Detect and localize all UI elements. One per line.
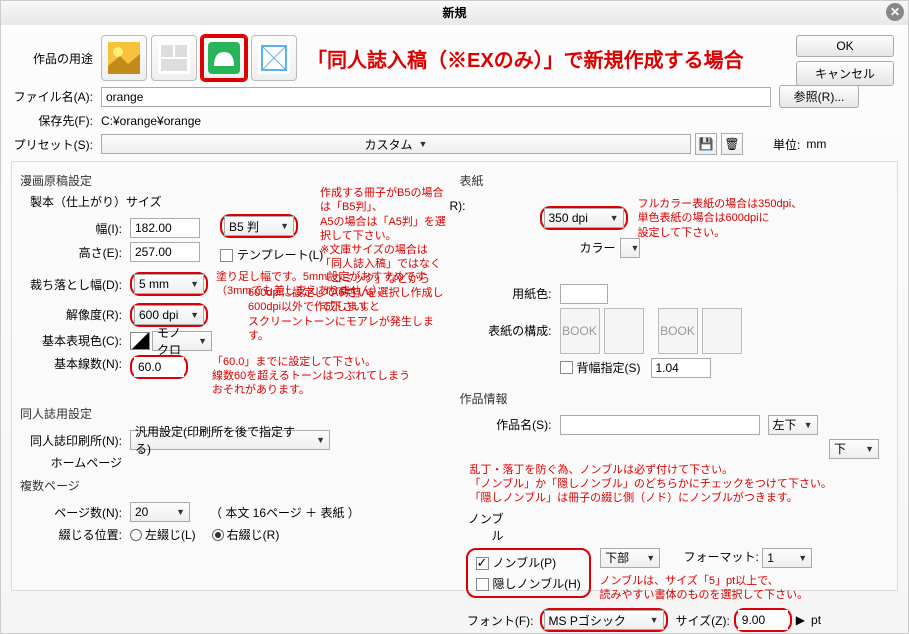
- preset-label: プリセット(S):: [11, 136, 101, 153]
- nombre-annot-1: 乱丁・落丁を防ぐ為、ノンブルは必ず付けて下さい。 「ノンブル」か「隠しノンブル」…: [470, 463, 890, 506]
- workname-input[interactable]: [560, 415, 760, 435]
- preset-save-icon[interactable]: 💾: [695, 133, 717, 155]
- cover-color-label: カラー: [580, 239, 616, 256]
- printer-dropdown[interactable]: 汎用設定(印刷所を後で指定する)▼: [130, 430, 330, 450]
- purpose-anime-icon[interactable]: [251, 35, 297, 81]
- cover-layout-3-icon[interactable]: BOOK: [658, 308, 698, 354]
- nombre-pos-dropdown[interactable]: 下部▼: [600, 548, 660, 568]
- cover-res-dropdown[interactable]: 350 dpi▼: [544, 208, 624, 228]
- lines-input[interactable]: [134, 357, 184, 377]
- color-swatch: [130, 332, 150, 350]
- cover-color-dropdown[interactable]: ▼: [620, 238, 640, 258]
- res-dropdown[interactable]: 600 dpi▼: [134, 305, 204, 325]
- filename-label: ファイル名(A):: [11, 88, 101, 105]
- bleed-dropdown[interactable]: 5 mm▼: [134, 274, 204, 294]
- spine-input[interactable]: [651, 358, 711, 378]
- bind-left-label: 左綴じ(L): [145, 526, 196, 543]
- bind-right-radio[interactable]: [212, 529, 224, 541]
- cover-layout-2-icon[interactable]: [604, 308, 644, 354]
- fontsize-label: サイズ(Z):: [676, 612, 730, 629]
- purpose-doujin-icon[interactable]: [201, 35, 247, 81]
- cover-layout-1-icon[interactable]: BOOK: [560, 308, 600, 354]
- format-label: フォーマット:: [684, 550, 759, 564]
- cover-group-title: 表紙: [460, 170, 890, 193]
- filename-input[interactable]: [101, 87, 771, 107]
- size-annot: 作成する冊子がB5の場合は「B5判」、 A5の場合は「A5判」を選択して下さい。…: [320, 186, 450, 315]
- unit-value: mm: [806, 137, 826, 151]
- hidden-nombre-checkbox[interactable]: [476, 578, 489, 591]
- lines-annot: 「60.0」までに設定して下さい。 線数60を超えるトーンはつぶれてしまう おそ…: [212, 355, 410, 398]
- saveto-value: C:¥orange¥orange: [101, 114, 201, 128]
- multi-group-title: 複数ページ: [20, 475, 450, 498]
- format-dropdown[interactable]: 1▼: [762, 548, 812, 568]
- printer-label: 同人誌印刷所(N):: [20, 432, 130, 449]
- banner-annot: 「同人誌入稿（※EXのみ）」で新規作成する場合: [307, 44, 744, 73]
- nombre-annot-2: ノンブルは、サイズ「5」pt以上で、 読みやすい書体のものを選択して下さい。: [600, 574, 890, 603]
- bind-label: 綴じる位置:: [20, 526, 130, 543]
- cover-dpi-annot: フルカラー表紙の場合は350dpi、 単色表紙の場合は600dpiに 設定して下…: [638, 197, 803, 240]
- spine-label: 背幅指定(S): [577, 359, 641, 376]
- spine-checkbox[interactable]: [560, 361, 573, 374]
- window-title: 新規: [442, 6, 466, 20]
- nombre-label: ノンブル(P): [493, 556, 557, 570]
- template-checkbox[interactable]: [220, 249, 233, 262]
- bind-left-radio[interactable]: [130, 529, 142, 541]
- preset-delete-icon[interactable]: 🗑: [721, 133, 743, 155]
- pt-label: pt: [811, 613, 821, 627]
- cover-layout-label: 表紙の構成:: [460, 322, 560, 339]
- info-group-title: 作品情報: [460, 388, 890, 411]
- purpose-comic-icon[interactable]: [151, 35, 197, 81]
- height-input[interactable]: [130, 242, 200, 262]
- title-bar: 新規 ✕: [1, 1, 908, 25]
- fontsize-input[interactable]: [738, 610, 788, 630]
- bleed-label: 裁ち落とし幅(D):: [20, 276, 130, 293]
- width-label: 幅(I):: [20, 220, 130, 237]
- ok-button[interactable]: OK: [796, 35, 894, 57]
- workname-pos-dropdown[interactable]: 左下▼: [768, 415, 818, 435]
- paper-color-swatch[interactable]: [560, 284, 608, 304]
- cancel-button[interactable]: キャンセル: [796, 61, 894, 86]
- browse-button[interactable]: 参照(R)...: [779, 85, 859, 108]
- homepage-label: ホームページ: [20, 454, 130, 471]
- hidden-nombre-label: 隠しノンブル(H): [493, 577, 581, 591]
- paper-color-label: 用紙色:: [460, 285, 560, 302]
- close-icon[interactable]: ✕: [886, 3, 904, 21]
- workname-label: 作品名(S):: [460, 416, 560, 433]
- purpose-label: 作品の用途: [11, 50, 101, 67]
- bind-right-label: 右綴じ(R): [227, 526, 280, 543]
- pages-dropdown[interactable]: 20▼: [130, 502, 190, 522]
- nombre-title: ノンブル: [460, 510, 510, 544]
- lines-label: 基本線数(N):: [20, 355, 130, 372]
- res-label: 解像度(R):: [20, 306, 130, 323]
- size-preset-dropdown[interactable]: B5 判▼: [224, 216, 294, 236]
- height-label: 高さ(E):: [20, 244, 130, 261]
- font-dropdown[interactable]: MS Pゴシック▼: [544, 610, 664, 630]
- pos2-dropdown[interactable]: 下▼: [829, 439, 879, 459]
- cover-layout-4-icon[interactable]: [702, 308, 742, 354]
- saveto-label: 保存先(F):: [11, 112, 101, 129]
- color-label: 基本表現色(C):: [20, 332, 130, 349]
- purpose-illustration-icon[interactable]: [101, 35, 147, 81]
- unit-label: 単位:: [773, 136, 800, 153]
- color-dropdown[interactable]: モノクロ▼: [152, 331, 212, 351]
- pages-note: （ 本文 16ページ ＋ 表紙 ）: [210, 504, 360, 521]
- font-label: フォント(F):: [460, 612, 540, 629]
- nombre-checkbox[interactable]: [476, 557, 489, 570]
- template-label: テンプレート(L): [237, 248, 323, 262]
- pages-label: ページ数(N):: [20, 504, 130, 521]
- preset-dropdown[interactable]: カスタム▼: [101, 134, 691, 154]
- width-input[interactable]: [130, 218, 200, 238]
